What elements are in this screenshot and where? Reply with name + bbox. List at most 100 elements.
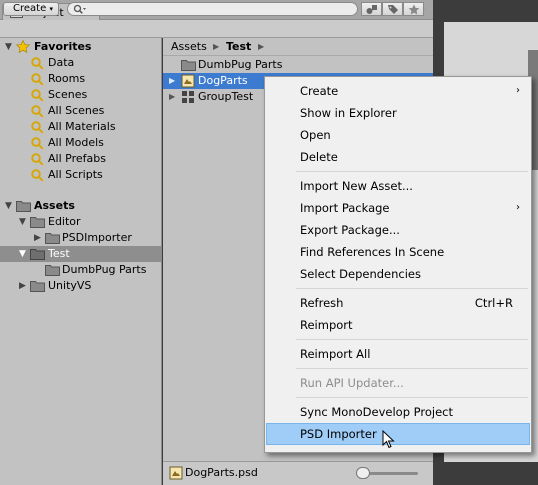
tag-icon [388,5,398,14]
create-label: Create [13,3,47,14]
menu-item-sync-monodevelop[interactable]: Sync MonoDevelop Project [266,401,530,423]
tree-favorite-item[interactable]: All Models [0,135,161,151]
folder-icon [16,201,31,212]
tree-folder-label: Test [48,247,70,260]
tree-favorite-item[interactable]: All Materials [0,119,161,135]
menu-item-label: Reimport All [300,347,371,361]
folder-icon [45,265,60,276]
tree-folder-label: PSDImporter [62,231,132,244]
folder-icon [30,217,45,228]
chevron-right-icon[interactable]: ▶ [19,278,26,294]
filter-by-type-button[interactable] [361,2,382,16]
star-icon [16,40,30,53]
folder-icon [30,249,45,260]
menu-separator [296,171,528,172]
search-icon [31,57,44,70]
menu-item-label: Refresh [300,296,344,310]
create-dropdown-button[interactable]: Create ▾ [3,2,59,16]
menu-item-import-package[interactable]: Import Package › [266,197,530,219]
selection-status-bar: DogParts.psd [163,461,433,485]
menu-item-export-package[interactable]: Export Package... [266,219,530,241]
menu-item-label: Export Package... [300,223,400,237]
tree-folder-test[interactable]: ▼ Test [0,246,161,262]
tree-favorites-label: Favorites [34,40,92,53]
tree-assets-label: Assets [34,199,75,212]
menu-item-label: Create [300,84,339,98]
menu-separator [296,368,528,369]
menu-item-label: Reimport [300,318,353,332]
menu-item-delete[interactable]: Delete [266,146,530,168]
search-icon [31,153,44,166]
tree-favorite-item[interactable]: All Scenes [0,103,161,119]
menu-item-reimport-all[interactable]: Reimport All [266,343,530,365]
tree-favorite-item[interactable]: All Prefabs [0,151,161,167]
chevron-right-icon: ▶ [258,42,265,51]
menu-item-create[interactable]: Create › [266,80,530,102]
tree-favorite-item[interactable]: Rooms [0,71,161,87]
menu-item-label: Import New Asset... [300,179,413,193]
menu-item-refresh[interactable]: Refresh Ctrl+R [266,292,530,314]
chevron-right-icon: ▶ [213,42,220,51]
tree-favorite-item[interactable]: All Scripts [0,167,161,183]
menu-item-show-in-explorer[interactable]: Show in Explorer [266,102,530,124]
chevron-down-icon[interactable]: ▼ [5,39,12,55]
search-icon [31,137,44,150]
menu-item-open[interactable]: Open [266,124,530,146]
project-toolbar [0,20,433,38]
menu-item-label: Select Dependencies [300,267,421,281]
tree-favorite-item[interactable]: Data [0,55,161,71]
search-input[interactable] [67,2,358,16]
menu-item-shortcut: Ctrl+R [474,296,513,310]
menu-item-label: Find References In Scene [300,245,445,259]
tree-favorite-item[interactable]: Scenes [0,87,161,103]
asset-item[interactable]: DumbPug Parts [163,57,433,73]
tree-favorite-label: All Materials [48,120,116,133]
chevron-right-icon[interactable]: ▶ [169,73,175,89]
tree-folder-psdimporter[interactable]: ▶ PSDImporter [0,230,161,246]
menu-item-label: Open [300,128,331,142]
search-icon [31,73,44,86]
menu-item-import-new-asset[interactable]: Import New Asset... [266,175,530,197]
chevron-down-icon: ▾ [49,5,53,13]
tree-favorites[interactable]: ▼ Favorites [0,39,161,55]
shapes-icon [366,5,377,14]
breadcrumb-item[interactable]: Assets [171,38,207,56]
psd-file-icon [181,74,195,88]
tree-assets[interactable]: ▼ Assets [0,198,161,214]
mouse-cursor-icon [382,430,395,449]
breadcrumb-item[interactable]: Test [226,38,251,56]
menu-item-psd-importer[interactable]: PSD Importer [266,423,530,445]
zoom-slider-handle[interactable] [356,467,370,479]
tree-favorite-label: All Scripts [48,168,103,181]
save-search-button[interactable] [403,2,424,16]
chevron-right-icon[interactable]: ▶ [169,89,175,105]
filter-by-label-button[interactable] [382,2,403,16]
folder-icon [45,233,60,244]
tree-folder-editor[interactable]: ▼ Editor [0,214,161,230]
folder-tree-pane: ▼ Favorites Data Rooms Scenes All Scenes… [0,38,162,485]
breadcrumb: Assets ▶ Test ▶ [163,38,433,56]
chevron-down-icon[interactable]: ▼ [19,214,26,230]
menu-item-label: Sync MonoDevelop Project [300,405,453,419]
menu-separator [296,397,528,398]
search-icon [73,4,86,14]
chevron-down-icon[interactable]: ▼ [19,246,26,262]
menu-item-run-api-updater: Run API Updater... [266,372,530,394]
tree-folder-unityvs[interactable]: ▶ UnityVS [0,278,161,294]
search-icon [31,121,44,134]
search-icon [31,89,44,102]
tree-folder-dumbpug[interactable]: DumbPug Parts [0,262,161,278]
folder-icon [181,60,196,71]
menu-item-reimport[interactable]: Reimport [266,314,530,336]
tree-favorite-label: All Models [48,136,104,149]
prefab-icon [182,91,194,103]
folder-icon [30,281,45,292]
chevron-right-icon[interactable]: ▶ [34,230,41,246]
menu-item-find-references[interactable]: Find References In Scene [266,241,530,263]
menu-item-select-dependencies[interactable]: Select Dependencies [266,263,530,285]
tree-folder-label: Editor [48,215,81,228]
chevron-down-icon[interactable]: ▼ [5,198,12,214]
menu-item-label: Import Package [300,201,390,215]
chevron-right-icon: › [516,202,520,213]
menu-item-label: Show in Explorer [300,106,397,120]
